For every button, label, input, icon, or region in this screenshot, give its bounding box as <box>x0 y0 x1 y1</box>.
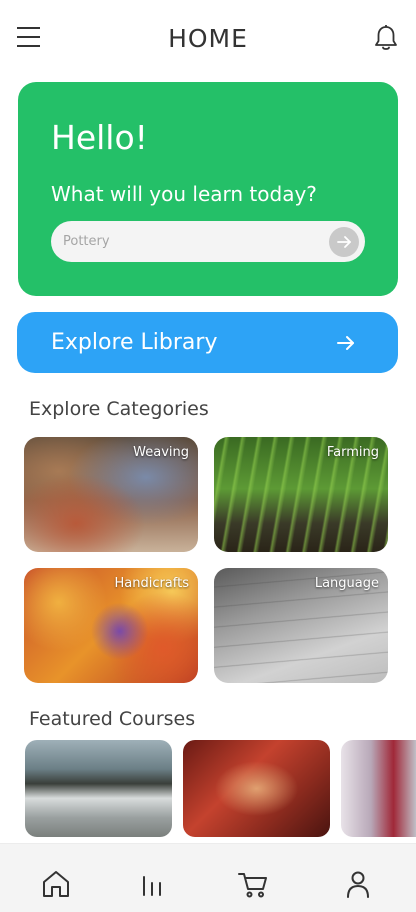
search-bar <box>51 221 365 262</box>
explore-library-button[interactable]: Explore Library <box>17 312 398 373</box>
bottom-nav <box>0 843 416 912</box>
page-title: HOME <box>168 24 248 53</box>
category-label: Farming <box>326 445 379 460</box>
featured-course-card[interactable] <box>183 740 330 837</box>
category-label: Handicrafts <box>114 576 189 591</box>
home-icon[interactable] <box>40 868 72 900</box>
bell-icon[interactable] <box>373 24 399 52</box>
featured-course-card[interactable] <box>25 740 172 837</box>
explore-library-label: Explore Library <box>51 330 218 355</box>
search-submit-button[interactable] <box>329 227 359 257</box>
category-weaving[interactable]: Weaving <box>24 437 198 552</box>
category-label: Language <box>314 576 379 591</box>
app-header: HOME <box>0 0 416 78</box>
categories-title: Explore Categories <box>29 398 209 420</box>
cart-icon[interactable] <box>237 868 269 900</box>
learn-prompt: What will you learn today? <box>51 182 317 206</box>
search-input[interactable] <box>63 221 323 262</box>
profile-icon[interactable] <box>342 868 374 900</box>
arrow-right-icon <box>337 236 351 248</box>
arrow-right-icon <box>337 336 354 350</box>
category-label: Weaving <box>133 445 189 460</box>
featured-course-card[interactable] <box>341 740 416 837</box>
category-farming[interactable]: Farming <box>214 437 388 552</box>
category-handicrafts[interactable]: Handicrafts <box>24 568 198 683</box>
greeting: Hello! <box>51 118 148 157</box>
hero-card: Hello! What will you learn today? <box>18 82 398 296</box>
featured-title: Featured Courses <box>29 708 196 730</box>
stats-icon[interactable] <box>136 868 168 900</box>
category-language[interactable]: Language <box>214 568 388 683</box>
